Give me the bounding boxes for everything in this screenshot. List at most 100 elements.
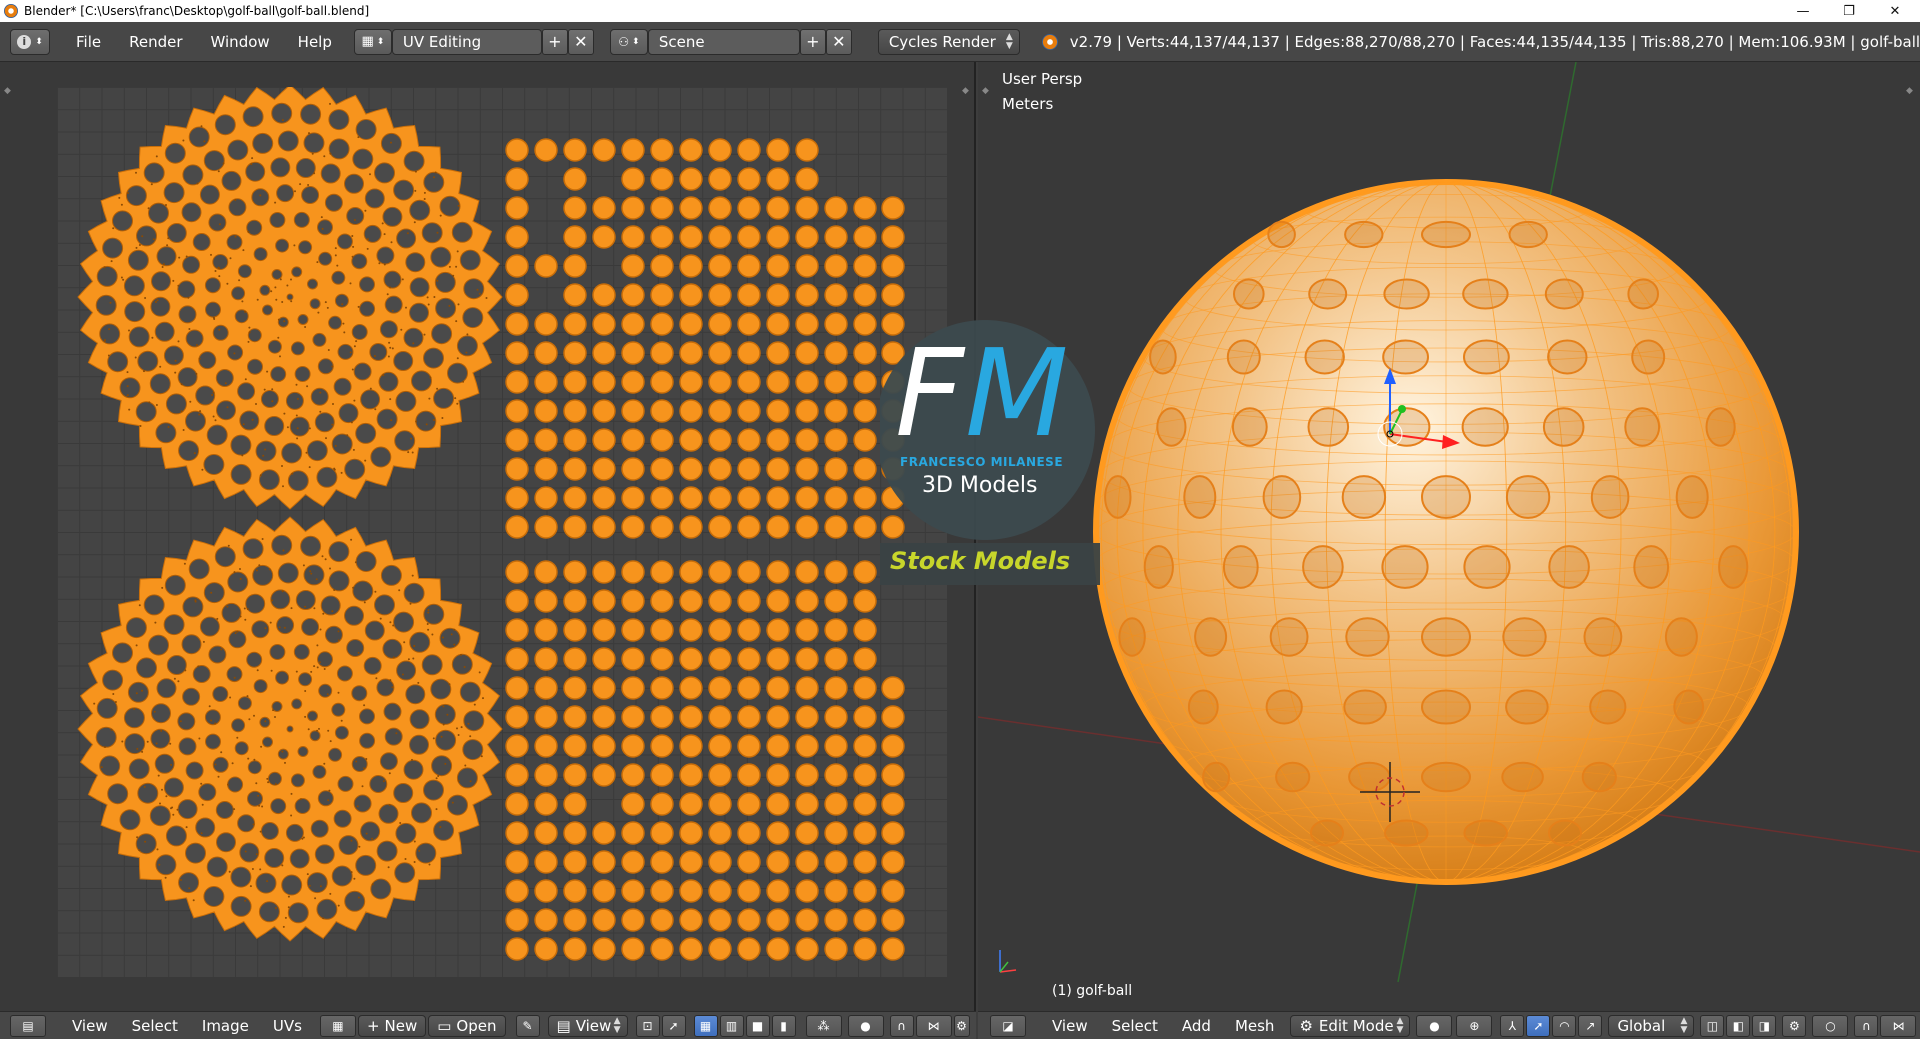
uv-dimple-island[interactable] <box>564 648 586 670</box>
uv-dimple-island[interactable] <box>564 793 586 815</box>
uv-dimple-island[interactable] <box>651 400 673 422</box>
uv-dimple-island[interactable] <box>854 561 876 583</box>
uv-dimple-island[interactable] <box>709 764 731 786</box>
uv-dimple-island[interactable] <box>680 226 702 248</box>
screen-layout-browse-button[interactable]: ▦ ⬍ <box>354 29 392 55</box>
uv-dimple-island[interactable] <box>622 139 644 161</box>
uv-dimple-island[interactable] <box>506 909 528 931</box>
uv-dimple-island[interactable] <box>535 590 557 612</box>
uv-dimple-island[interactable] <box>622 648 644 670</box>
uv-dimple-island[interactable] <box>535 400 557 422</box>
uv-dimple-island[interactable] <box>651 255 673 277</box>
uv-dimple-island[interactable] <box>535 909 557 931</box>
uv-dimple-island[interactable] <box>535 648 557 670</box>
face-select-button[interactable]: ■ <box>746 1015 770 1037</box>
uv-dimple-island[interactable] <box>709 909 731 931</box>
uv-dimple-island[interactable] <box>738 561 760 583</box>
face-select-mode-button[interactable]: ◨ <box>1752 1015 1776 1037</box>
uv-dimple-island[interactable] <box>854 619 876 641</box>
uv-dimple-island[interactable] <box>506 764 528 786</box>
uv-dimple-island[interactable] <box>709 255 731 277</box>
uv-dimple-island[interactable] <box>506 648 528 670</box>
uv-dimple-island[interactable] <box>680 168 702 190</box>
menu-help[interactable]: Help <box>284 33 346 51</box>
uv-dimple-island[interactable] <box>796 197 818 219</box>
uv-dimple-island[interactable] <box>506 880 528 902</box>
uv-dimple-island[interactable] <box>796 255 818 277</box>
uv-dimple-island[interactable] <box>767 371 789 393</box>
scene-field[interactable]: Scene <box>648 29 800 55</box>
uv-dimple-island[interactable] <box>622 255 644 277</box>
uv-dimple-island[interactable] <box>506 516 528 538</box>
uv-dimple-island[interactable] <box>651 677 673 699</box>
region-toggle-icon[interactable]: ◆ <box>962 86 970 94</box>
mode-dropdown[interactable]: ⚙ Edit Mode ▲ ▼ <box>1290 1015 1410 1037</box>
uv-dimple-island[interactable] <box>622 197 644 219</box>
uv-dimple-island[interactable] <box>709 706 731 728</box>
uv-dimple-island[interactable] <box>564 938 586 960</box>
uv-dimple-island[interactable] <box>535 313 557 335</box>
uv-dimple-island[interactable] <box>651 487 673 509</box>
translate-manipulator-button[interactable]: ➚ <box>1526 1015 1550 1037</box>
uv-dimple-island[interactable] <box>796 851 818 873</box>
uv-dimple-island[interactable] <box>767 590 789 612</box>
uv-dimple-island[interactable] <box>593 487 615 509</box>
uv-dimple-island[interactable] <box>854 735 876 757</box>
uv-dimple-island[interactable] <box>506 139 528 161</box>
uv-dimple-island[interactable] <box>738 735 760 757</box>
edge-select-mode-button[interactable]: ◧ <box>1726 1015 1750 1037</box>
uv-dimple-island[interactable] <box>825 487 847 509</box>
uv-islands[interactable] <box>57 87 947 977</box>
uv-dimple-island[interactable] <box>651 313 673 335</box>
uv-dimple-island[interactable] <box>796 793 818 815</box>
uv-dimple-island[interactable] <box>882 909 904 931</box>
uv-dimple-island[interactable] <box>506 590 528 612</box>
uv-dimple-island[interactable] <box>506 371 528 393</box>
uv-dimple-island[interactable] <box>535 342 557 364</box>
uv-dimple-island[interactable] <box>767 284 789 306</box>
uv-dimple-island[interactable] <box>593 619 615 641</box>
uv-dimple-island[interactable] <box>506 284 528 306</box>
uv-dimple-island[interactable] <box>593 313 615 335</box>
uv-image-editor[interactable]: ◆ ◆ <box>0 62 976 1011</box>
uv-dimple-island[interactable] <box>767 561 789 583</box>
uv-dimple-island[interactable] <box>796 487 818 509</box>
uv-dimple-island[interactable] <box>535 371 557 393</box>
uv-dimple-island[interactable] <box>651 822 673 844</box>
uv-dimple-island[interactable] <box>622 735 644 757</box>
open-image-button[interactable]: ▭ Open <box>428 1015 505 1037</box>
uv-dimple-island[interactable] <box>767 487 789 509</box>
uv-dimple-island[interactable] <box>825 458 847 480</box>
uv-dimple-island[interactable] <box>709 851 731 873</box>
uv-dimple-island[interactable] <box>854 371 876 393</box>
uv-dimple-island[interactable] <box>564 822 586 844</box>
uv-dimple-island[interactable] <box>738 793 760 815</box>
uv-dimple-island[interactable] <box>622 487 644 509</box>
uv-dimple-island[interactable] <box>651 458 673 480</box>
uv-dimple-island[interactable] <box>622 706 644 728</box>
uv-dimple-island[interactable] <box>680 255 702 277</box>
uv-dimple-island[interactable] <box>535 822 557 844</box>
uv-dimple-island[interactable] <box>651 590 673 612</box>
uv-dimple-island[interactable] <box>738 909 760 931</box>
uv-dimple-island[interactable] <box>709 197 731 219</box>
uv-dimple-island[interactable] <box>680 590 702 612</box>
uv-dimple-island[interactable] <box>622 561 644 583</box>
uv-dimple-island[interactable] <box>564 880 586 902</box>
uv-dimple-island[interactable] <box>796 677 818 699</box>
uv-dimple-island[interactable] <box>564 458 586 480</box>
new-image-button[interactable]: + New <box>358 1015 426 1037</box>
menu-render[interactable]: Render <box>115 33 196 51</box>
uv-dimple-island[interactable] <box>738 429 760 451</box>
uv-dimple-island[interactable] <box>825 561 847 583</box>
uv-dimple-island[interactable] <box>796 735 818 757</box>
uv-dimple-island[interactable] <box>882 735 904 757</box>
uv-dimple-island[interactable] <box>854 400 876 422</box>
uv-dimple-island[interactable] <box>709 400 731 422</box>
uv-dimple-island[interactable] <box>825 284 847 306</box>
uv-dimple-island[interactable] <box>564 764 586 786</box>
uv-dimple-island[interactable] <box>854 313 876 335</box>
uv-dimple-island[interactable] <box>506 793 528 815</box>
uv-dimple-island[interactable] <box>825 619 847 641</box>
uv-dimple-island[interactable] <box>622 400 644 422</box>
